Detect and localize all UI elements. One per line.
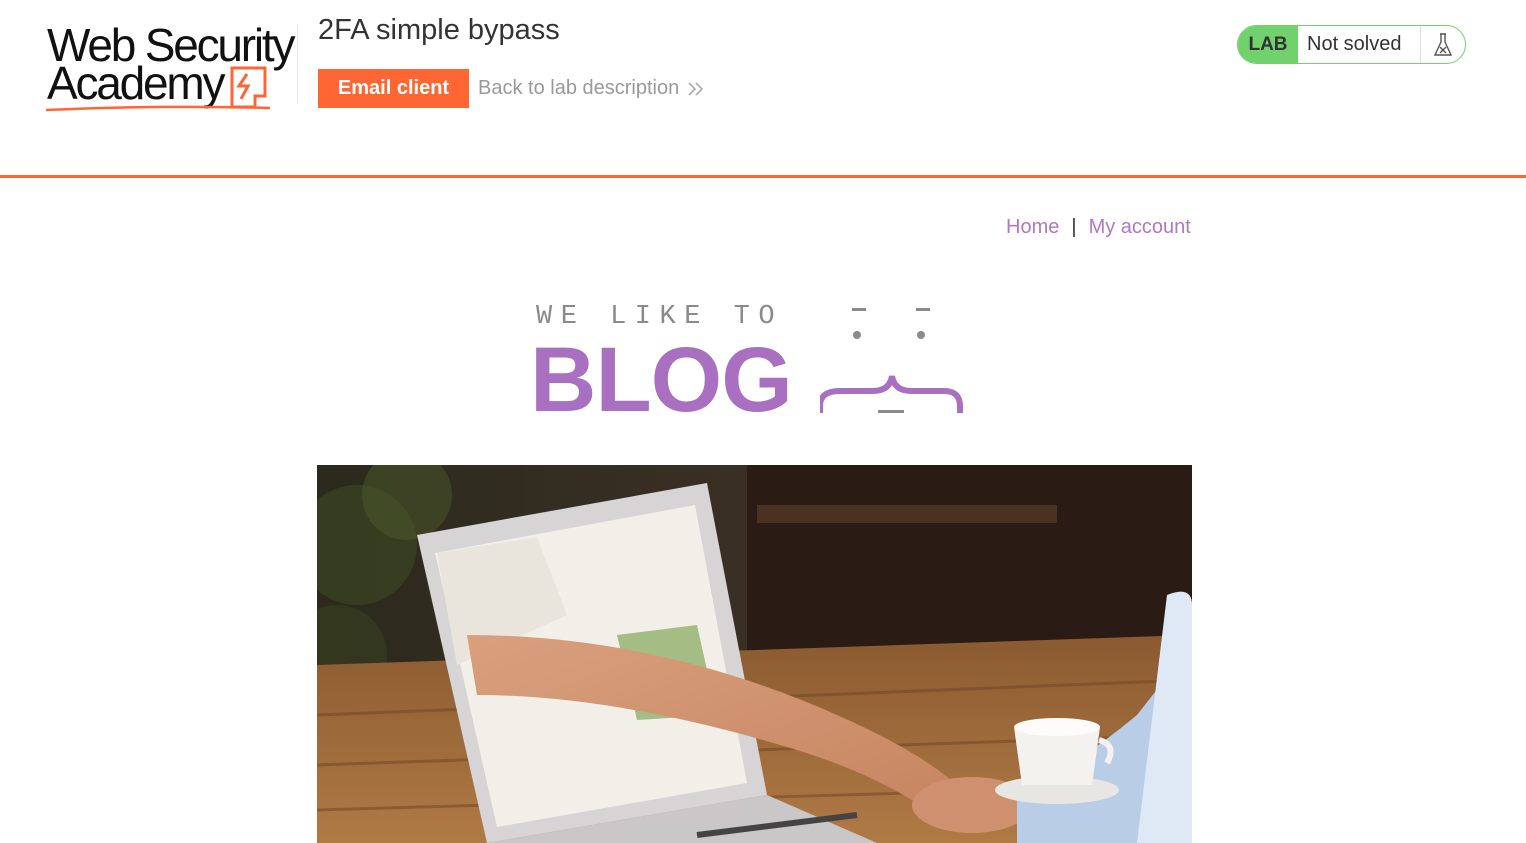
lab-badge: LAB [1238, 26, 1298, 63]
web-security-academy-logo[interactable]: Web Security Academy [44, 22, 296, 114]
nav-my-account-link[interactable]: My account [1089, 216, 1191, 238]
academy-header: Web Security Academy 2FA simple bypass E… [0, 0, 1526, 178]
back-to-lab-description-link[interactable]: Back to lab description [478, 77, 705, 100]
blog-hero-image[interactable] [317, 465, 1192, 843]
logo-text-line2: Academy [47, 57, 226, 109]
flask-icon [1421, 26, 1465, 63]
nav-home-link[interactable]: Home [1006, 216, 1059, 238]
blog-top-nav: Home | My account [1006, 216, 1191, 239]
nav-separator: | [1071, 216, 1077, 238]
header-orange-rule [0, 175, 1526, 178]
double-chevron-right-icon [688, 81, 704, 96]
email-client-button[interactable]: Email client [318, 69, 469, 108]
blog-logo-tagline: WE LIKE TO [536, 302, 784, 332]
blog-logo-word: BLOG [530, 329, 793, 431]
blog-logo: WE LIKE TO BLOG [530, 298, 980, 431]
hero-photo-illustration [317, 465, 1192, 843]
logo-underline [45, 105, 271, 112]
header-divider [297, 24, 298, 104]
back-link-label: Back to lab description [478, 77, 680, 99]
blog-logo-face-icon [820, 308, 963, 413]
lab-status-text: Not solved [1298, 26, 1421, 63]
lab-title: 2FA simple bypass [318, 14, 560, 46]
lab-status-widget: LAB Not solved [1237, 25, 1466, 64]
